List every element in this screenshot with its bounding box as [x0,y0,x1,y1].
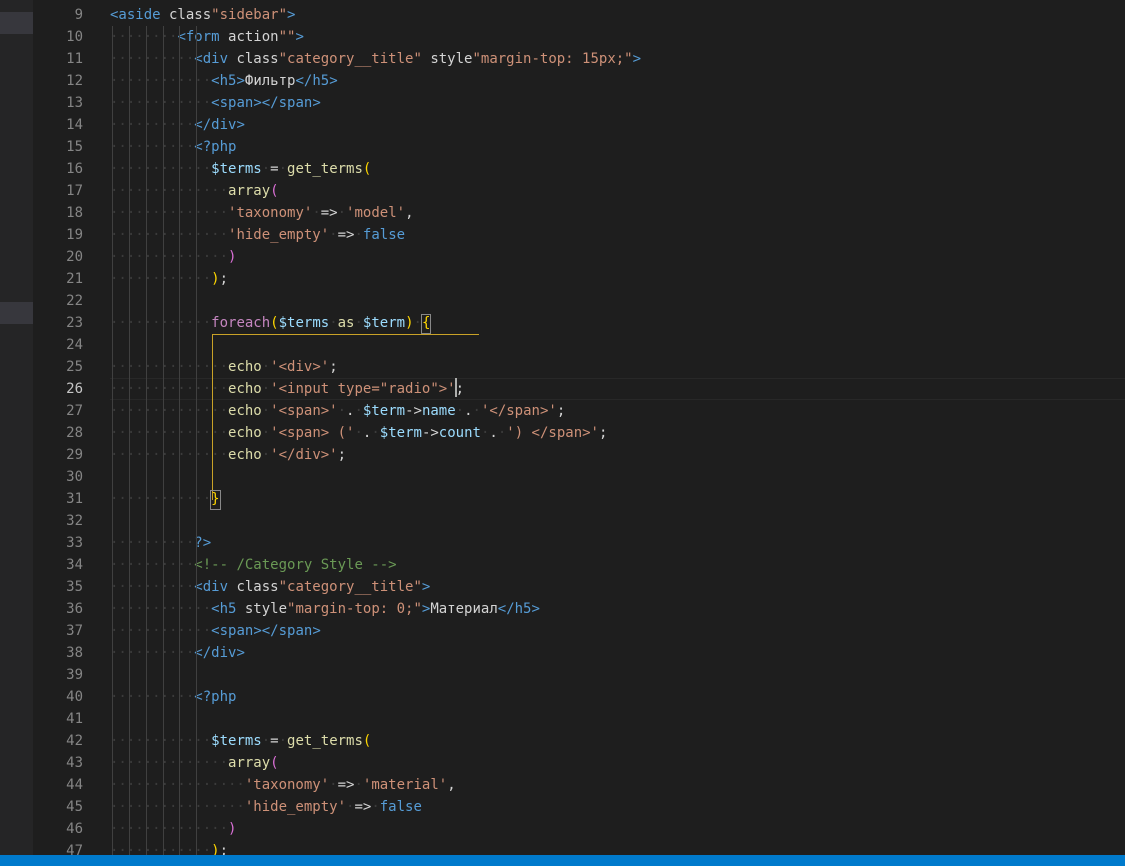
indent-guide [128,26,130,855]
code-text: ············foreach($terms·as·$term)·{ [110,315,431,331]
activity-bar [0,0,33,866]
code-text: ········<form action""> [110,29,304,45]
line-number: 44 [66,777,83,793]
line-number: 24 [66,337,83,353]
indent-guide [112,26,113,855]
indent-guide [145,26,147,855]
line-number: 26 [66,381,83,397]
bracket-match-highlight [420,314,432,334]
line-number: 14 [66,117,83,133]
code-text: ··············echo·'<span>'·.·$term->nam… [110,403,566,419]
line-number: 18 [66,205,83,221]
line-number: 23 [66,315,83,331]
line-number: 38 [66,645,83,661]
line-number: 10 [66,29,83,45]
line-number: 42 [66,733,83,749]
activity-bar-highlight [0,12,33,34]
line-number: 39 [66,667,83,683]
code-text: ············); [110,271,229,287]
line-number: 20 [66,249,83,265]
code-text: ··········</div> [110,645,245,661]
line-number: 22 [66,293,83,309]
code-text: ··········</div> [110,117,245,133]
activity-bar-highlight [0,302,33,324]
line-number: 41 [66,711,83,727]
bracket-match-highlight [210,490,221,510]
line-number: 31 [66,491,83,507]
code-text: ············<span></span> [110,623,321,639]
line-number: 32 [66,513,83,529]
line-number: 16 [66,161,83,177]
line-number: 12 [66,73,83,89]
code-text: ············$terms·=·get_terms( [110,161,372,177]
code-text: ············<h5 style"margin-top: 0;">Ма… [110,601,540,617]
bracket-scope-guide [212,334,214,500]
line-number: 45 [66,799,83,815]
code-text: ··············echo·'<span> ('·.·$term->c… [110,425,608,441]
line-number: 33 [66,535,83,551]
code-text: ················'hide_empty'·=>·false [110,799,422,815]
code-text: ············); [110,843,229,855]
code-text: ············} [110,491,220,507]
status-bar [0,855,1125,866]
line-number: 13 [66,95,83,111]
line-number: 19 [66,227,83,243]
line-number: 34 [66,557,83,573]
line-number: 11 [66,51,83,67]
line-number: 36 [66,601,83,617]
line-number: 15 [66,139,83,155]
code-text: ············$terms·=·get_terms( [110,733,372,749]
line-number: 21 [66,271,83,287]
line-number: 29 [66,447,83,463]
line-number: 30 [66,469,83,485]
code-text: ··············echo·'<div>'; [110,359,338,375]
line-number: 46 [66,821,83,837]
code-text: ··············array( [110,755,279,771]
line-number: 17 [66,183,83,199]
code-text: ··········<div class"category__title"> [110,579,431,595]
code-text: ··········<div class"category__title" st… [110,51,642,67]
line-number: 28 [66,425,83,441]
code-text: ············<h5>Фильтр</h5> [110,73,338,89]
indent-guide [196,26,198,855]
code-text: ············<span></span> [110,95,321,111]
code-text: ··············'taxonomy'·=>·'model', [110,205,414,221]
line-number: 40 [66,689,83,705]
bracket-scope-guide-top [212,334,479,335]
line-number: 9 [74,7,83,23]
indent-guide [179,26,181,855]
line-number: 35 [66,579,83,595]
line-number: 27 [66,403,83,419]
code-text: ··············'hide_empty'·=>·false [110,227,406,243]
code-text: <aside class"sidebar"> [110,7,296,23]
line-number: 47 [66,843,83,855]
code-text: ··········<!-- /Category Style --> [110,557,397,573]
line-number: 37 [66,623,83,639]
line-number: 43 [66,755,83,771]
code-editor[interactable]: 9 <aside class"sidebar"> 10 ········<form a… [33,0,1125,855]
code-text: ··············array( [110,183,279,199]
indent-guide [162,26,164,855]
code-line[interactable]: 9 <aside class"sidebar"> [33,4,1125,26]
line-number: 25 [66,359,83,375]
